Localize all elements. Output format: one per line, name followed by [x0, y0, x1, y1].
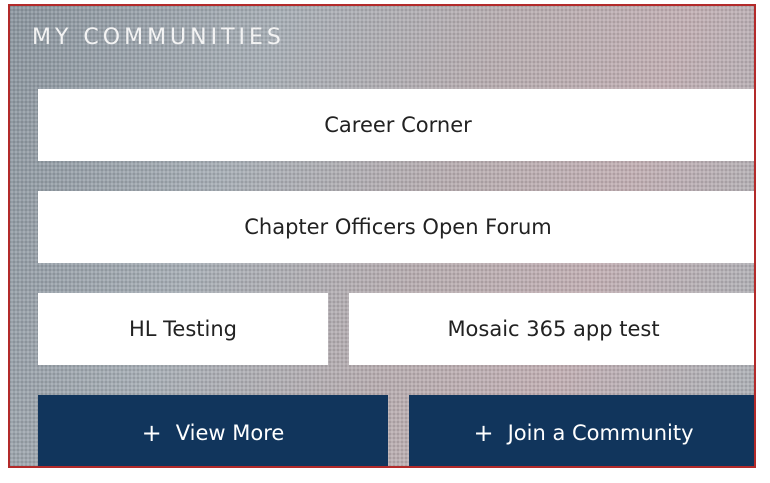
view-more-button[interactable]: + View More	[38, 395, 388, 466]
join-community-button[interactable]: + Join a Community	[409, 395, 754, 466]
community-tile-chapter-officers-open-forum[interactable]: Chapter Officers Open Forum	[38, 191, 754, 263]
community-tile-mosaic-365-app-test[interactable]: Mosaic 365 app test	[349, 293, 754, 365]
community-tile-hl-testing[interactable]: HL Testing	[38, 293, 328, 365]
community-tile-career-corner[interactable]: Career Corner	[38, 89, 754, 161]
plus-icon: +	[473, 418, 494, 447]
section-title: MY COMMUNITIES	[32, 25, 285, 50]
view-more-label: View More	[175, 420, 285, 445]
plus-icon: +	[141, 418, 162, 447]
join-community-label: Join a Community	[507, 420, 694, 445]
my-communities-panel: MY COMMUNITIES Career Corner Chapter Off…	[8, 4, 756, 468]
